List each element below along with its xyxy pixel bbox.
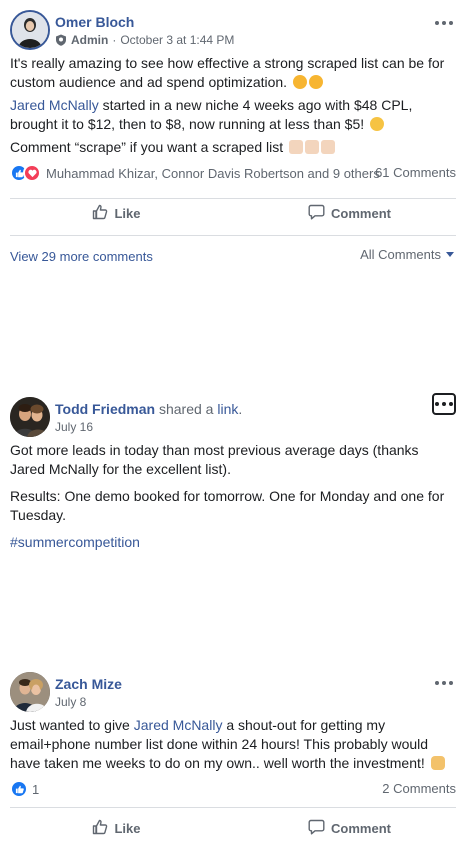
post-meta: July 8 [55,695,86,709]
post-zach-mize: Zach Mize July 8 Just wanted to give Jar… [0,672,466,846]
avatar[interactable] [10,397,50,437]
comment-button[interactable]: Comment [233,195,466,231]
action-bar: Like Comment [0,195,466,231]
pointing-down-emoji-icon [305,140,319,154]
more-options-icon[interactable] [432,14,456,32]
exploding-head-emoji-icon [308,75,323,89]
post-meta: Admin · October 3 at 1:44 PM [55,33,234,47]
group-admin-icon [55,34,67,46]
divider [10,235,456,236]
post-omer-bloch: Omer Bloch Admin · October 3 at 1:44 PM … [0,10,466,264]
comment-sort-dropdown[interactable]: All Comments [360,247,454,262]
meta-separator: · [112,33,117,47]
comment-label: Comment [331,205,391,221]
author-name[interactable]: Omer Bloch [55,14,134,30]
divider [10,807,456,808]
role-badge: Admin [71,33,109,47]
avatar[interactable] [10,672,50,712]
post-timestamp[interactable]: July 8 [55,695,86,709]
comments-count[interactable]: 2 Comments [382,781,456,796]
post-timestamp[interactable]: July 16 [55,420,93,434]
like-label: Like [114,820,141,836]
post-body: Just wanted to give Jared McNally a shou… [0,716,466,773]
view-more-comments-link[interactable]: View 29 more comments [10,249,153,264]
post-paragraph: Got more leads in today than most previo… [10,442,419,477]
thumbs-up-icon [92,819,108,838]
avatar[interactable] [10,10,50,50]
post-header: Omer Bloch Admin · October 3 at 1:44 PM [0,10,466,54]
speech-bubble-icon [308,204,325,223]
author-line: Omer Bloch [55,14,134,30]
speech-bubble-icon [308,819,325,838]
reaction-count[interactable]: 1 [32,782,39,797]
post-todd-friedman: Todd Friedman shared a link. July 16 Got… [0,393,466,556]
reactors-names[interactable]: Muhammad Khizar, Connor Davis Robertson … [46,166,380,181]
post-paragraph: Jared McNally started in a new niche 4 w… [10,97,413,132]
mention-link[interactable]: Jared McNally [134,717,223,733]
chevron-down-icon [446,252,454,257]
more-options-icon[interactable] [432,393,456,415]
post-timestamp[interactable]: October 3 at 1:44 PM [120,33,234,47]
post-paragraph: Just wanted to give Jared McNally a shou… [10,716,456,773]
reactions-summary[interactable]: 1 2 Comments [0,777,466,801]
hashtag-link[interactable]: #summercompetition [10,533,456,552]
exploding-head-emoji-icon [292,75,307,89]
comment-button[interactable]: Comment [233,810,466,846]
author-line: Todd Friedman shared a link. [55,401,243,417]
pointing-down-emoji-icon [289,140,303,154]
post-paragraph: Comment “scrape” if you want a scraped l… [10,138,456,157]
post-header: Zach Mize July 8 [0,672,466,716]
reactions-summary[interactable]: Muhammad Khizar, Connor Davis Robertson … [0,161,466,185]
shared-link[interactable]: link [217,401,238,417]
post-header: Todd Friedman shared a link. July 16 [0,393,466,441]
thumbs-up-icon [92,204,108,223]
author-name[interactable]: Zach Mize [55,676,122,692]
author-line: Zach Mize [55,676,122,692]
post-body: It's really amazing to see how effective… [0,54,466,157]
post-meta: July 16 [55,420,93,434]
like-label: Like [114,205,141,221]
like-reaction-icon [10,780,28,798]
screaming-face-emoji-icon [370,117,385,131]
sort-label: All Comments [360,247,441,262]
action-bar: Like Comment [0,810,466,846]
pointing-down-emoji-icon [321,140,335,154]
post-body: Got more leads in today than most previo… [0,441,466,552]
folded-hands-emoji-icon [430,756,445,770]
mention-link[interactable]: Jared McNally [10,97,99,113]
post-paragraph: It's really amazing to see how effective… [10,55,445,90]
like-button[interactable]: Like [0,195,233,231]
comments-count[interactable]: 61 Comments [375,165,456,180]
post-paragraph: Results: One demo booked for tomorrow. O… [10,488,445,523]
love-reaction-icon [23,164,41,182]
author-name[interactable]: Todd Friedman [55,401,155,417]
more-options-icon[interactable] [432,674,456,692]
like-button[interactable]: Like [0,810,233,846]
comment-label: Comment [331,820,391,836]
